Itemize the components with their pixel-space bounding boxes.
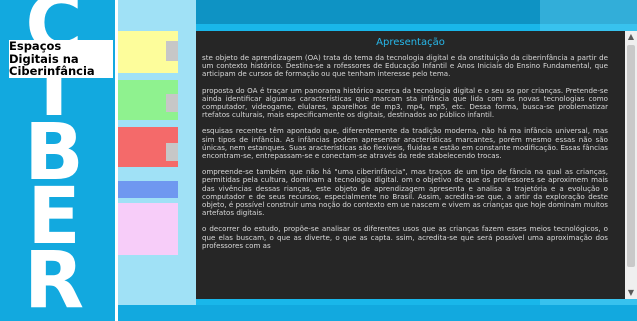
menu-tile-tab xyxy=(166,94,178,112)
menu-tile-red[interactable] xyxy=(118,127,178,167)
paragraph: ste objeto de aprendizagem (OA) trata do… xyxy=(202,53,608,79)
panel-text: ste objeto de aprendizagem (OA) trata do… xyxy=(202,53,608,258)
menu-tile-pink[interactable] xyxy=(118,203,178,255)
menu-tile-tab xyxy=(166,143,178,161)
page: C I B E R Espaços Digitais na Ciberinfân… xyxy=(0,0,637,321)
scroll-down-arrow-icon[interactable]: ▼ xyxy=(625,287,637,299)
scroll-up-arrow-icon[interactable]: ▲ xyxy=(625,31,637,43)
paragraph: proposta do OA é traçar um panorama hist… xyxy=(202,85,608,120)
scroll-thumb[interactable] xyxy=(627,45,635,267)
panel-title: Apresentação xyxy=(376,37,445,48)
paragraph: esquisas recentes têm apontado que, dife… xyxy=(202,126,608,161)
paragraph: ompreende-se também que não há "uma cibe… xyxy=(202,167,608,218)
menu-tile-green[interactable] xyxy=(118,80,178,120)
site-title: Espaços Digitais na Ciberinfância xyxy=(9,40,113,78)
menu-tile-tab xyxy=(166,41,178,61)
site-title-line-1: Espaços xyxy=(9,39,62,53)
content-panel: Apresentação ste objeto de aprendizagem … xyxy=(196,31,625,299)
paragraph: o decorrer do estudo, propõe-se analisar… xyxy=(202,224,608,250)
menu-tile-blue[interactable] xyxy=(118,181,178,198)
bottom-bar xyxy=(118,305,637,321)
logo-letter-r: R xyxy=(23,236,85,321)
site-title-line-3: Ciberinfância xyxy=(9,64,95,78)
vertical-scrollbar[interactable]: ▲ ▼ xyxy=(625,31,637,299)
menu-tile-yellow[interactable] xyxy=(118,31,178,73)
